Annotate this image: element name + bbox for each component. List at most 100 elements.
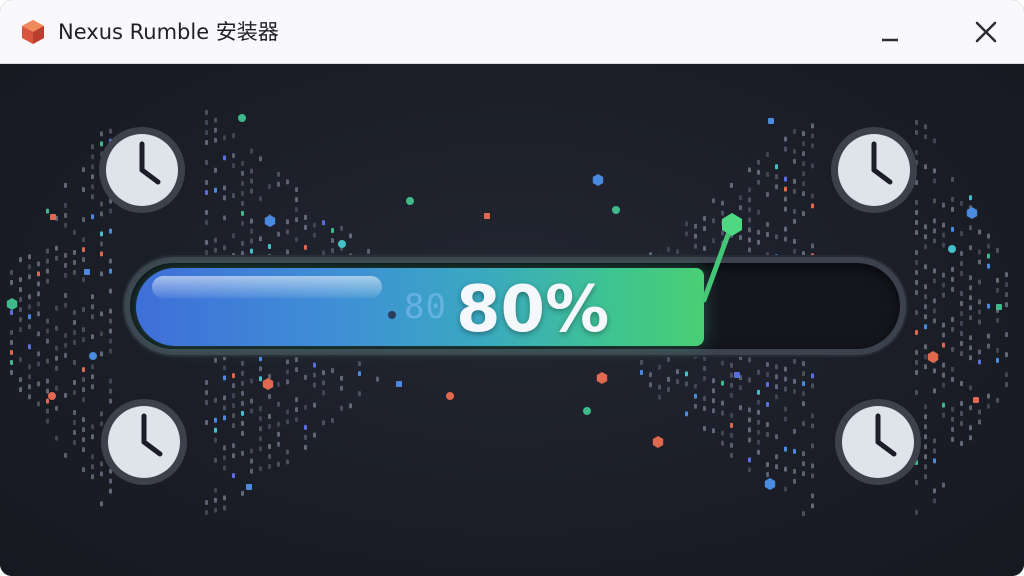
data-stream-bit bbox=[667, 376, 670, 382]
data-stream-bit bbox=[960, 401, 963, 407]
data-stream-bit bbox=[960, 381, 963, 387]
data-stream-bit bbox=[268, 374, 271, 379]
data-stream-bit bbox=[214, 137, 217, 143]
data-stream-bit bbox=[1005, 372, 1008, 378]
data-stream-bit bbox=[730, 222, 733, 228]
data-stream-bit bbox=[349, 403, 352, 409]
data-stream-bit bbox=[960, 201, 963, 207]
data-stream-bit bbox=[924, 134, 927, 140]
data-stream-bit bbox=[694, 403, 697, 409]
data-stream-bit bbox=[277, 401, 280, 407]
data-stream-bit bbox=[304, 214, 307, 220]
data-stream-bit bbox=[277, 181, 280, 187]
data-stream-bit bbox=[694, 243, 697, 249]
data-stream-bit bbox=[28, 324, 31, 330]
data-stream-bit bbox=[241, 170, 244, 176]
installer-window: Nexus Rumble 安装器 80 80% bbox=[0, 0, 1024, 576]
data-stream-bit bbox=[942, 322, 945, 328]
data-stream-bit bbox=[205, 380, 208, 385]
data-stream-bit bbox=[331, 248, 334, 253]
data-stream-bit bbox=[1005, 292, 1008, 298]
data-stream-bit bbox=[766, 172, 769, 177]
data-stream-bit bbox=[703, 376, 706, 381]
data-stream-bit bbox=[766, 232, 769, 237]
data-stream-bit bbox=[91, 464, 94, 470]
confetti-particle bbox=[246, 484, 252, 490]
data-stream-bit bbox=[951, 326, 954, 332]
data-stream-bit bbox=[712, 408, 715, 414]
data-stream-bit bbox=[969, 195, 972, 201]
data-stream-bit bbox=[969, 405, 972, 411]
confetti-particle bbox=[446, 392, 454, 400]
data-stream-bit bbox=[73, 310, 76, 315]
data-stream-bit bbox=[205, 180, 208, 185]
data-stream-bit bbox=[802, 401, 805, 407]
data-stream-bit bbox=[205, 240, 208, 245]
data-stream-bit bbox=[802, 251, 805, 257]
data-stream-bit bbox=[978, 299, 981, 305]
data-stream-bit bbox=[10, 310, 13, 315]
data-stream-bit bbox=[19, 277, 22, 283]
data-stream-bit bbox=[277, 421, 280, 427]
data-stream-bit bbox=[100, 271, 103, 277]
data-stream-bit bbox=[766, 422, 769, 427]
data-stream-bit bbox=[933, 178, 936, 184]
data-stream-bit bbox=[960, 261, 963, 267]
data-stream-bit bbox=[915, 360, 918, 365]
data-stream-bit bbox=[969, 225, 972, 231]
confetti-particle bbox=[996, 304, 1002, 310]
close-button[interactable] bbox=[966, 12, 1006, 52]
data-stream-bit bbox=[295, 357, 298, 363]
data-stream-bit bbox=[951, 416, 954, 422]
data-stream-bit bbox=[82, 257, 85, 263]
minimize-button[interactable] bbox=[870, 12, 910, 52]
data-stream-bit bbox=[46, 398, 49, 404]
data-stream-bit bbox=[259, 156, 262, 162]
data-stream-bit bbox=[64, 292, 67, 298]
data-stream-bit bbox=[313, 432, 316, 438]
data-stream-bit bbox=[91, 214, 94, 220]
data-stream-bit bbox=[55, 325, 58, 331]
data-stream-bit bbox=[214, 187, 217, 193]
progress-ghost-digits: 80 bbox=[404, 287, 447, 327]
data-stream-bit bbox=[802, 141, 805, 147]
clock-icon bbox=[101, 399, 187, 485]
data-stream-bit bbox=[757, 399, 760, 405]
data-stream-bit bbox=[241, 420, 244, 426]
data-stream-bit bbox=[793, 178, 796, 184]
data-stream-bit bbox=[259, 356, 262, 362]
data-stream-bit bbox=[793, 248, 796, 254]
data-stream-bit bbox=[951, 196, 954, 202]
data-stream-bit bbox=[73, 250, 76, 255]
data-stream-bit bbox=[73, 330, 76, 335]
data-stream-bit bbox=[775, 434, 778, 440]
data-stream-bit bbox=[933, 308, 936, 314]
data-stream-bit bbox=[996, 277, 999, 283]
data-stream-bit bbox=[223, 185, 226, 191]
data-stream-bit bbox=[712, 398, 715, 404]
data-stream-bit bbox=[109, 288, 112, 294]
data-stream-bit bbox=[223, 405, 226, 411]
data-stream-bit bbox=[286, 369, 289, 375]
data-stream-bit bbox=[924, 364, 927, 370]
data-stream-bit bbox=[757, 429, 760, 435]
data-stream-bit bbox=[757, 409, 760, 415]
data-stream-bit bbox=[924, 124, 927, 130]
data-stream-bit bbox=[304, 244, 307, 250]
data-stream-bit bbox=[82, 307, 85, 313]
data-stream-bit bbox=[64, 262, 67, 268]
confetti-particle bbox=[583, 407, 591, 415]
data-stream-bit bbox=[10, 280, 13, 285]
data-stream-bit bbox=[295, 197, 298, 203]
data-stream-bit bbox=[304, 434, 307, 440]
data-stream-bit bbox=[286, 459, 289, 465]
data-stream-bit bbox=[721, 400, 724, 406]
title-bar[interactable]: Nexus Rumble 安装器 bbox=[0, 0, 1024, 64]
data-stream-bit bbox=[1005, 352, 1008, 358]
data-stream-bit bbox=[933, 368, 936, 374]
data-stream-bit bbox=[667, 356, 670, 362]
data-stream-bit bbox=[19, 257, 22, 263]
data-stream-bit bbox=[775, 394, 778, 400]
data-stream-bit bbox=[19, 357, 22, 363]
data-stream-bit bbox=[960, 321, 963, 327]
